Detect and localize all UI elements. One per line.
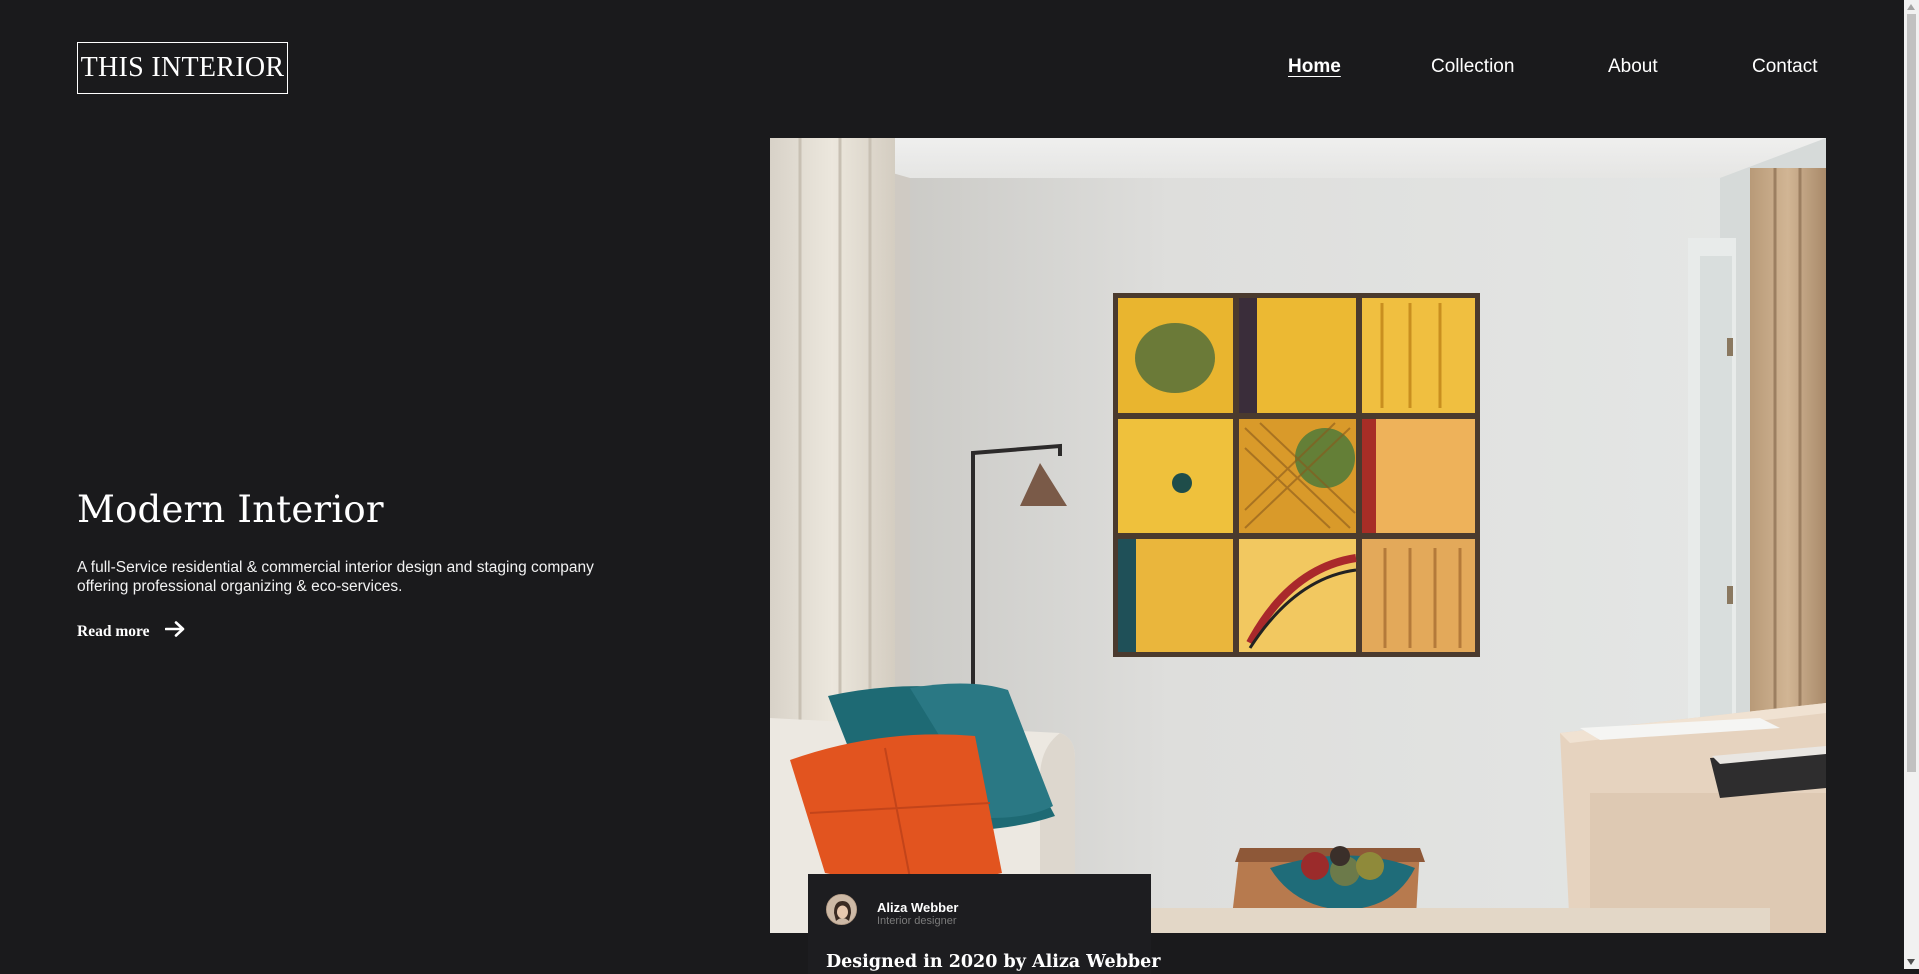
nav-home-link[interactable]: Home bbox=[1288, 56, 1341, 78]
page-scrollbar[interactable] bbox=[1904, 0, 1919, 969]
nav-collection-link[interactable]: Collection bbox=[1431, 56, 1514, 78]
brand-logo[interactable]: THIS INTERIOR bbox=[77, 42, 288, 94]
designer-avatar bbox=[826, 894, 857, 925]
hero-title: Modern Interior bbox=[77, 488, 384, 531]
hero-description: A full-Service residential & commercial … bbox=[77, 559, 594, 595]
read-more-link[interactable]: Read more bbox=[77, 621, 185, 642]
hero-image bbox=[770, 138, 1826, 933]
scroll-down-arrow-icon[interactable] bbox=[1907, 959, 1915, 965]
design-caption: Designed in 2020 by Aliza Webber bbox=[826, 952, 1161, 972]
designer-role: Interior designer bbox=[877, 915, 957, 927]
arrow-right-icon bbox=[165, 621, 185, 642]
read-more-label: Read more bbox=[77, 622, 150, 640]
designer-card[interactable]: Aliza Webber Interior designer Designed … bbox=[808, 874, 1160, 974]
scroll-up-arrow-icon[interactable] bbox=[1907, 4, 1915, 10]
scrollbar-thumb[interactable] bbox=[1907, 14, 1916, 772]
designer-name: Aliza Webber bbox=[877, 900, 959, 915]
nav-about-link[interactable]: About bbox=[1608, 56, 1658, 78]
nav-contact-link[interactable]: Contact bbox=[1752, 56, 1817, 78]
